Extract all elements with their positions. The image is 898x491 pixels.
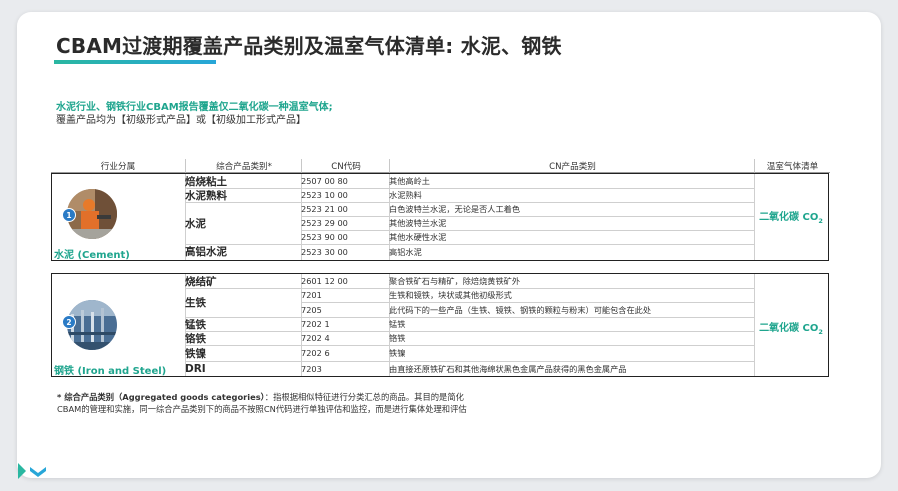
title-underline bbox=[54, 60, 216, 64]
header-sector: 行业分属 bbox=[51, 159, 185, 173]
footnote-term: * 综合产品类别（Aggregated goods categories） bbox=[57, 392, 265, 402]
row-divider bbox=[301, 230, 754, 231]
cn-product-cell: 铬铁 bbox=[389, 333, 406, 343]
cn-code-cell: 7203 bbox=[301, 363, 322, 374]
cn-product-cell: 生铁和镜铁，块状或其他初级形式 bbox=[389, 290, 512, 300]
cn-product-cell: 铁镍 bbox=[389, 348, 406, 358]
cn-product-cell: 白色波特兰水泥，无论是否人工着色 bbox=[389, 204, 521, 214]
ghg-subscript: 2 bbox=[818, 328, 823, 336]
page-title: CBAM过渡期覆盖产品类别及温室气体清单: 水泥、钢铁 bbox=[56, 34, 562, 58]
row-divider bbox=[185, 317, 754, 318]
slide: CBAM过渡期覆盖产品类别及温室气体清单: 水泥、钢铁 水泥行业、钢铁行业CBA… bbox=[17, 12, 881, 478]
cn-code-cell: 7202 6 bbox=[301, 348, 330, 358]
cn-product-cell: 此代码下的一些产品（生铁、镜铁、钢铁的颗粒与粉末）可能包含在此处 bbox=[389, 304, 652, 315]
row-divider bbox=[185, 331, 754, 332]
cn-code-cell: 2523 29 00 bbox=[301, 218, 348, 228]
category-cell: 铁镍 bbox=[185, 347, 206, 360]
cn-code-cell: 7201 bbox=[301, 290, 322, 300]
cn-product-cell: 聚合铁矿石与精矿，除焙烧黄铁矿外 bbox=[389, 276, 521, 286]
cn-code-cell: 2523 30 00 bbox=[301, 246, 348, 257]
cn-code-cell: 2523 21 00 bbox=[301, 204, 348, 214]
cn-product-cell: 其他波特兰水泥 bbox=[389, 218, 447, 228]
group-number-badge: 2 bbox=[62, 315, 76, 329]
header-ghg: 温室气体清单 bbox=[754, 159, 830, 173]
ghg-subscript: 2 bbox=[818, 217, 823, 225]
category-cell: 烧结矿 bbox=[185, 275, 217, 288]
cn-code-cell: 2523 10 00 bbox=[301, 190, 348, 200]
header-cn-product: CN产品类别 bbox=[389, 159, 755, 173]
cn-product-cell: 水泥熟料 bbox=[389, 190, 422, 200]
category-cell: 高铝水泥 bbox=[185, 246, 227, 258]
ghg-cell: 二氧化碳 CO2 bbox=[754, 319, 828, 336]
cn-code-cell: 7202 4 bbox=[301, 333, 330, 343]
ghg-cell: 二氧化碳 CO2 bbox=[754, 208, 828, 225]
cn-code-cell: 7202 1 bbox=[301, 319, 330, 329]
row-divider bbox=[185, 188, 754, 189]
cn-code-cell: 7205 bbox=[301, 304, 322, 315]
corner-chevron-icon bbox=[18, 463, 46, 479]
cn-code-cell: 2601 12 00 bbox=[301, 276, 348, 286]
category-cell: 生铁 bbox=[185, 297, 206, 309]
row-divider bbox=[301, 216, 754, 217]
sector-label: 钢铁 (Iron and Steel) bbox=[54, 366, 167, 377]
category-cell: 水泥 bbox=[185, 217, 206, 230]
cn-code-cell: 2523 90 00 bbox=[301, 232, 348, 242]
category-cell: 铬铁 bbox=[185, 332, 206, 345]
cn-product-cell: 锰铁 bbox=[389, 319, 406, 329]
footnote-definition: ：指根据相似特征进行分类汇总的商品。其目的是简化 bbox=[264, 392, 464, 402]
footnote-line-2: CBAM的管理和实施，同一综合产品类别下的商品不按照CN代码进行单独评估和监控，… bbox=[57, 404, 467, 414]
category-cell: 水泥熟料 bbox=[185, 189, 227, 202]
category-cell: 焙烧粘土 bbox=[185, 175, 227, 188]
ghg-label: 二氧化碳 CO bbox=[759, 212, 819, 223]
cn-product-cell: 其他高岭土 bbox=[389, 176, 430, 186]
cn-product-cell: 由直接还原铁矿石和其他海绵状黑色金属产品获得的黑色金属产品 bbox=[389, 363, 627, 374]
subtitle-note: 覆盖产品均为【初级形式产品】或【初级加工形式产品】 bbox=[56, 115, 306, 126]
cn-product-cell: 高铝水泥 bbox=[389, 246, 422, 257]
row-divider bbox=[185, 244, 754, 245]
group-number-badge: 1 bbox=[62, 208, 76, 222]
header-cn-code: CN代码 bbox=[301, 159, 390, 173]
footnote-line-1: * 综合产品类别（Aggregated goods categories）：指根… bbox=[57, 391, 464, 403]
header-category: 综合产品类别* bbox=[185, 159, 302, 173]
ghg-label: 二氧化碳 CO bbox=[759, 323, 819, 334]
cn-code-cell: 2507 00 80 bbox=[301, 176, 348, 186]
category-cell: 锰铁 bbox=[185, 318, 206, 331]
category-cell: DRI bbox=[185, 362, 206, 375]
cn-product-cell: 其他水硬性水泥 bbox=[389, 232, 447, 242]
sector-label: 水泥 (Cement) bbox=[54, 250, 130, 261]
row-divider bbox=[185, 345, 754, 346]
